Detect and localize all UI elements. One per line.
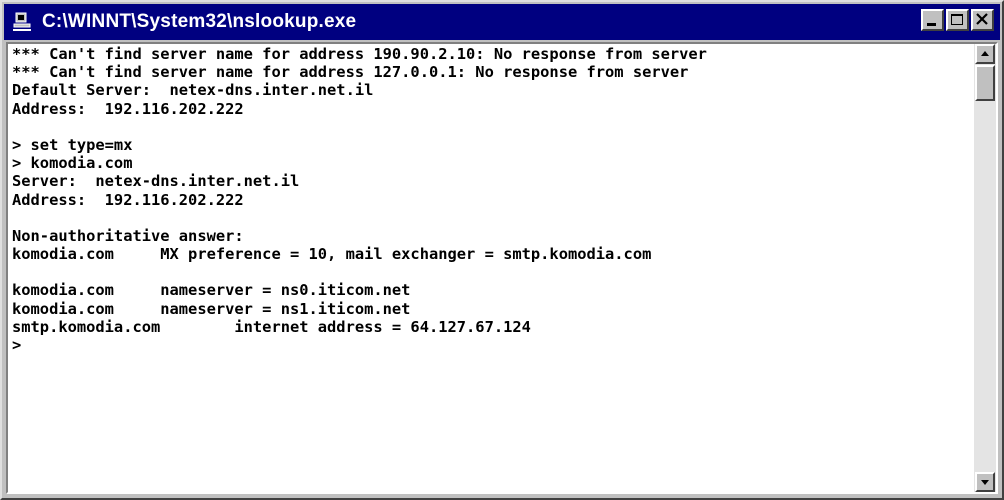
console-line: Default Server: netex-dns.inter.net.il (12, 81, 374, 100)
console-line: *** Can't find server name for address 1… (12, 63, 689, 82)
console-line: komodia.com nameserver = ns1.iticom.net (12, 299, 411, 318)
console-line: *** Can't find server name for address 1… (12, 45, 707, 63)
console-line: komodia.com nameserver = ns0.iticom.net (12, 281, 411, 300)
title-bar[interactable]: C:\WINNT\System32\nslookup.exe (4, 4, 1000, 40)
vertical-scrollbar[interactable] (974, 44, 996, 492)
scroll-up-button[interactable] (975, 44, 995, 64)
console-app-icon[interactable] (12, 11, 34, 33)
console-frame: *** Can't find server name for address 1… (6, 42, 998, 494)
console-line: Server: netex-dns.inter.net.il (12, 172, 300, 191)
minimize-button[interactable] (921, 9, 944, 31)
scroll-down-button[interactable] (975, 472, 995, 492)
console-prompt[interactable]: > (12, 336, 974, 354)
window-controls (919, 9, 994, 31)
minimize-icon (927, 23, 936, 26)
console-output[interactable]: *** Can't find server name for address 1… (8, 44, 974, 492)
console-line: > set type=mx (12, 135, 133, 154)
scroll-up-arrow-icon (981, 51, 989, 56)
close-icon (976, 13, 988, 25)
maximize-button[interactable] (946, 9, 969, 31)
console-line: Address: 192.116.202.222 (12, 190, 244, 209)
console-line: > komodia.com (12, 154, 133, 173)
close-button[interactable] (971, 9, 994, 31)
console-line: Address: 192.116.202.222 (12, 99, 244, 118)
console-line: komodia.com MX preference = 10, mail exc… (12, 245, 652, 264)
console-line: Non-authoritative answer: (12, 226, 244, 245)
maximize-icon (951, 14, 963, 25)
console-line: smtp.komodia.com internet address = 64.1… (12, 317, 531, 336)
scroll-down-arrow-icon (981, 480, 989, 485)
window-title: C:\WINNT\System32\nslookup.exe (42, 11, 357, 32)
console-window: C:\WINNT\System32\nslookup.exe *** Can't… (0, 0, 1004, 500)
scroll-thumb[interactable] (975, 65, 995, 101)
